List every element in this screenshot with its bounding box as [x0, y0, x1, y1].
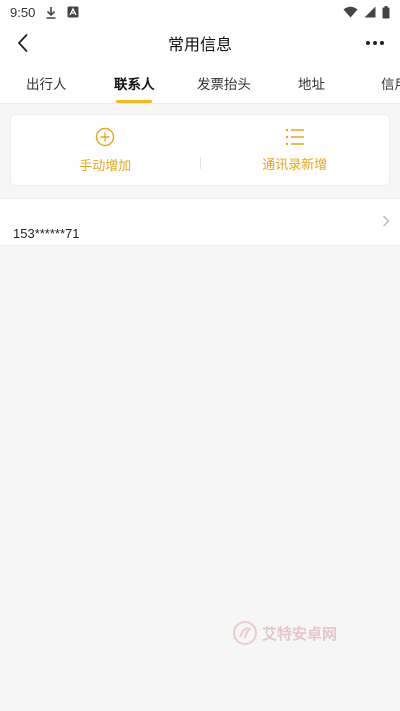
signal-icon — [364, 6, 376, 18]
more-dots-icon — [366, 41, 384, 45]
app-notification-icon — [67, 6, 79, 18]
tab-label: 信用 — [381, 77, 400, 92]
status-left: 9:50 — [10, 5, 79, 20]
list-item[interactable]: 153******71 — [0, 199, 400, 245]
manual-add-label: 手动增加 — [79, 157, 132, 173]
status-time: 9:50 — [10, 4, 36, 20]
more-button[interactable] — [362, 30, 388, 56]
contacts-add-label: 通讯录新增 — [262, 156, 328, 172]
page-title: 常用信息 — [167, 37, 232, 54]
plus-circle-icon — [96, 127, 115, 146]
wifi-icon — [343, 6, 358, 18]
tab-credit[interactable]: 信用 — [381, 62, 400, 103]
tab-label: 地址 — [298, 77, 325, 92]
tab-bar: 出行人 联系人 发票抬头 地址 信用 — [0, 62, 400, 104]
tab-address[interactable]: 地址 — [298, 62, 325, 103]
status-right — [343, 5, 390, 19]
tab-travelers[interactable]: 出行人 — [26, 62, 67, 103]
contact-list: 153******71 — [0, 198, 400, 246]
watermark: 艾特安卓网 — [232, 620, 337, 646]
contacts-add-button[interactable]: 通讯录新增 — [201, 115, 390, 185]
back-button[interactable] — [10, 30, 36, 56]
watermark-logo-icon — [233, 621, 257, 645]
status-bar: 9:50 — [0, 0, 400, 24]
watermark-text: 艾特安卓网 — [262, 625, 338, 643]
tab-label: 联系人 — [114, 77, 155, 92]
list-icon — [285, 128, 304, 145]
contact-phone: 153******71 — [13, 226, 80, 241]
active-tab-indicator — [116, 100, 152, 103]
chevron-right-icon — [383, 215, 390, 227]
battery-icon — [382, 5, 390, 19]
tab-contacts[interactable]: 联系人 — [114, 62, 155, 103]
tab-label: 发票抬头 — [197, 77, 251, 92]
chevron-left-icon — [18, 34, 28, 52]
header: 常用信息 — [0, 24, 400, 62]
tab-label: 出行人 — [26, 77, 67, 92]
manual-add-button[interactable]: 手动增加 — [11, 115, 200, 185]
download-icon — [45, 6, 57, 19]
add-contact-card: 手动增加 通讯录新增 — [11, 115, 389, 185]
tab-invoice-title[interactable]: 发票抬头 — [197, 62, 251, 103]
